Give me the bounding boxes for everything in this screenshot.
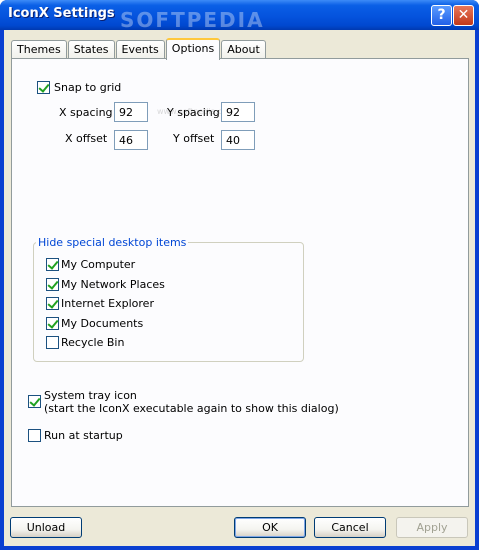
tab-states[interactable]: States (67, 40, 115, 59)
x-offset-label: X offset (65, 132, 108, 145)
my-documents-label: My Documents (61, 317, 144, 330)
internet-explorer-checkbox[interactable] (46, 297, 59, 310)
x-spacing-label: X spacing (59, 106, 113, 119)
close-icon: ✕ (457, 7, 470, 23)
ok-button[interactable]: OK (234, 517, 306, 538)
hide-items-group-title: Hide special desktop items (36, 236, 189, 249)
run-at-startup-label: Run at startup (44, 429, 123, 442)
system-tray-note: (start the IconX executable again to sho… (44, 402, 339, 415)
y-spacing-label: Y spacing (167, 106, 220, 119)
y-offset-input[interactable]: 40 (221, 130, 255, 150)
internet-explorer-label: Internet Explorer (61, 297, 154, 310)
run-at-startup-checkbox[interactable] (28, 429, 41, 442)
tab-themes[interactable]: Themes (11, 40, 67, 59)
watermark: SOFTPEDIA (120, 8, 265, 32)
title-bar[interactable]: IconX Settings SOFTPEDIA ? ✕ (0, 0, 479, 32)
my-network-places-checkbox[interactable] (46, 278, 59, 291)
help-button[interactable]: ? (431, 5, 452, 26)
apply-button[interactable]: Apply (396, 517, 468, 538)
tab-about[interactable]: About (221, 40, 266, 59)
unload-button[interactable]: Unload (10, 517, 82, 538)
my-computer-checkbox[interactable] (46, 258, 59, 271)
system-tray-checkbox[interactable] (28, 395, 41, 408)
tab-strip: Themes States Events Options About (11, 38, 267, 60)
snap-to-grid-checkbox[interactable] (37, 81, 50, 94)
settings-window: IconX Settings SOFTPEDIA ? ✕ Themes Stat… (0, 0, 479, 550)
dialog-body: Themes States Events Options About www.s… (4, 30, 475, 546)
my-computer-label: My Computer (61, 258, 136, 271)
x-offset-input[interactable]: 46 (114, 130, 148, 150)
snap-to-grid-label: Snap to grid (54, 81, 122, 94)
x-spacing-input[interactable]: 92 (114, 102, 148, 122)
cancel-button[interactable]: Cancel (314, 517, 386, 538)
tab-options[interactable]: Options (165, 38, 221, 60)
recycle-bin-checkbox[interactable] (46, 336, 59, 349)
my-network-places-label: My Network Places (61, 278, 165, 291)
y-offset-label: Y offset (173, 132, 215, 145)
recycle-bin-label: Recycle Bin (61, 336, 125, 349)
options-panel: www.softpedia.com Snap to grid X spacing… (11, 58, 469, 507)
close-button[interactable]: ✕ (453, 5, 474, 26)
y-spacing-input[interactable]: 92 (221, 102, 255, 122)
system-tray-label: System tray icon (44, 389, 137, 402)
window-title: IconX Settings (8, 6, 115, 21)
my-documents-checkbox[interactable] (46, 317, 59, 330)
tab-events[interactable]: Events (115, 40, 165, 59)
